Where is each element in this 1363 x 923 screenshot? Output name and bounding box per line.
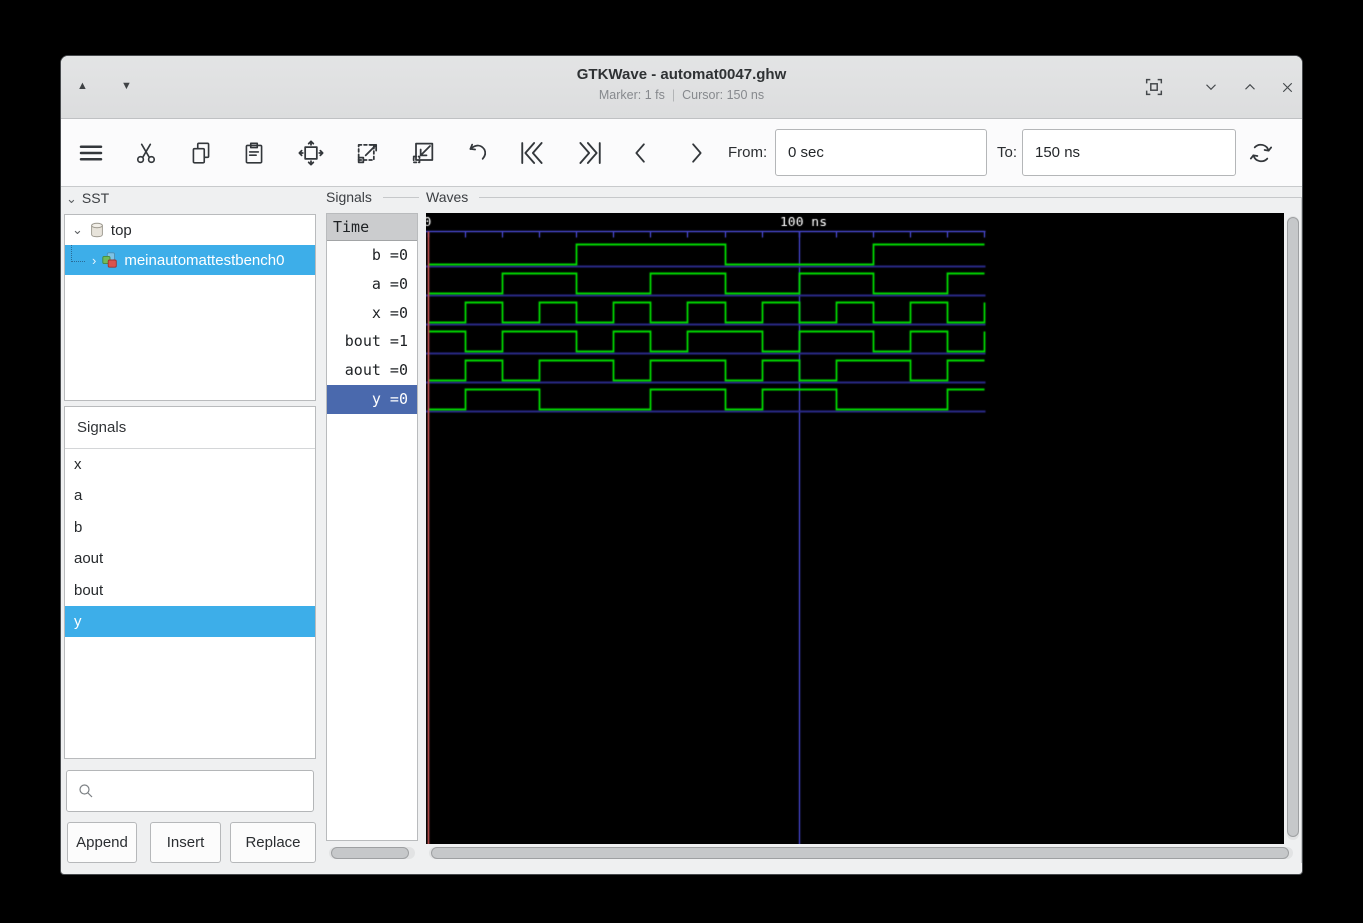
sst-tree: ⌄ top › meinautomattestbench0 bbox=[64, 214, 316, 401]
signals-list: xabaoutbouty bbox=[65, 449, 315, 637]
sst-expander[interactable]: ⌄SST bbox=[66, 190, 113, 207]
signal-list-item[interactable]: y bbox=[65, 606, 315, 637]
zoom-fit-icon bbox=[297, 139, 325, 167]
signals-frame-line bbox=[383, 197, 419, 198]
skip-to-start-icon bbox=[516, 138, 546, 168]
undo-button[interactable] bbox=[460, 135, 496, 171]
titlebar[interactable]: ▲ ▼ GTKWave - automat0047.ghw Marker: 1 … bbox=[61, 56, 1302, 119]
replace-button[interactable]: Replace bbox=[230, 822, 316, 863]
signal-list-item[interactable]: a bbox=[65, 480, 315, 511]
signals-list-header: Signals bbox=[65, 407, 315, 449]
tree-item-label: meinautomattestbench0 bbox=[124, 252, 284, 269]
tree-branch-line bbox=[71, 245, 85, 262]
paste-button[interactable] bbox=[236, 135, 272, 171]
chevron-right-icon: › bbox=[85, 253, 101, 268]
window-title: GTKWave - automat0047.ghw bbox=[61, 66, 1302, 83]
zoom-out-button[interactable] bbox=[405, 135, 441, 171]
hamburger-menu-icon bbox=[76, 138, 106, 168]
waves-hscrollbar-thumb[interactable] bbox=[431, 847, 1289, 859]
tree-item-label: top bbox=[111, 222, 132, 239]
search-icon bbox=[77, 782, 95, 800]
signal-value-row[interactable]: a =0 bbox=[327, 270, 417, 299]
signal-value-row[interactable]: bout =1 bbox=[327, 327, 417, 356]
waves-frame-label: Waves bbox=[426, 189, 472, 205]
signal-search[interactable] bbox=[66, 770, 314, 812]
gtkwave-window: ▲ ▼ GTKWave - automat0047.ghw Marker: 1 … bbox=[60, 55, 1303, 875]
close-icon bbox=[1279, 79, 1296, 96]
subtitle-separator: | bbox=[665, 88, 682, 102]
signal-value-rows: b =0a =0x =0bout =1aout =0y =0 bbox=[327, 241, 417, 414]
next-edge-button[interactable] bbox=[678, 135, 714, 171]
zoom-in-button[interactable] bbox=[350, 135, 386, 171]
signal-value-row[interactable]: x =0 bbox=[327, 299, 417, 328]
undo-arrow-icon bbox=[464, 139, 492, 167]
close-button[interactable] bbox=[1274, 74, 1300, 100]
from-label: From: bbox=[728, 144, 767, 161]
signal-list-item[interactable]: b bbox=[65, 512, 315, 543]
fullscreen-button[interactable] bbox=[1141, 74, 1167, 100]
zoom-in-icon bbox=[354, 139, 382, 167]
skip-to-end-icon bbox=[576, 138, 606, 168]
waves-frame-line bbox=[479, 197, 1301, 198]
copy-icon bbox=[188, 140, 214, 166]
waves-vscrollbar-thumb[interactable] bbox=[1287, 217, 1299, 837]
maximize-button[interactable] bbox=[1237, 74, 1263, 100]
copy-button[interactable] bbox=[183, 135, 219, 171]
zoom-out-icon bbox=[409, 139, 437, 167]
marker-status: Marker: 1 fs bbox=[599, 88, 665, 102]
signals-hscrollbar-track[interactable] bbox=[329, 847, 415, 859]
signal-value-row[interactable]: y =0 bbox=[327, 385, 417, 414]
waves-frame-right-line bbox=[1301, 197, 1302, 863]
chevron-left-icon bbox=[627, 139, 655, 167]
cut-button[interactable] bbox=[128, 135, 164, 171]
signal-list-item[interactable]: bout bbox=[65, 575, 315, 606]
chevron-down-icon bbox=[1202, 78, 1220, 96]
go-to-end-button[interactable] bbox=[573, 135, 609, 171]
go-to-start-button[interactable] bbox=[513, 135, 549, 171]
sst-signals-box: Signals xabaoutbouty bbox=[64, 406, 316, 759]
insert-button[interactable]: Insert bbox=[150, 822, 221, 863]
from-input[interactable] bbox=[775, 129, 987, 176]
clipboard-icon bbox=[241, 140, 267, 166]
tree-item-testbench[interactable]: › meinautomattestbench0 bbox=[65, 245, 315, 275]
signal-list-item[interactable]: x bbox=[65, 449, 315, 480]
window-subtitle: Marker: 1 fs|Cursor: 150 ns bbox=[61, 88, 1302, 102]
tree-item-top[interactable]: ⌄ top bbox=[65, 215, 315, 245]
chevron-up-icon bbox=[1241, 78, 1259, 96]
minimize-button[interactable] bbox=[1198, 74, 1224, 100]
waves-vscrollbar-track[interactable] bbox=[1287, 216, 1299, 840]
reload-icon bbox=[1247, 139, 1275, 167]
wave-canvas[interactable] bbox=[426, 213, 1284, 844]
waves-hscrollbar-track[interactable] bbox=[429, 847, 1293, 859]
signal-value-row[interactable]: b =0 bbox=[327, 241, 417, 270]
signal-list-item[interactable]: aout bbox=[65, 543, 315, 574]
menu-button[interactable] bbox=[73, 135, 109, 171]
signals-hscrollbar-thumb[interactable] bbox=[331, 847, 409, 859]
cursor-status: Cursor: 150 ns bbox=[682, 88, 764, 102]
signal-value-row[interactable]: aout =0 bbox=[327, 356, 417, 385]
sst-label: SST bbox=[82, 190, 109, 206]
scissors-icon bbox=[133, 140, 159, 166]
to-label: To: bbox=[997, 144, 1017, 161]
chevron-down-icon: ⌄ bbox=[65, 222, 88, 238]
signal-values-panel: Time b =0a =0x =0bout =1aout =0y =0 bbox=[326, 213, 418, 841]
module-icon bbox=[88, 221, 106, 239]
previous-edge-button[interactable] bbox=[623, 135, 659, 171]
reload-button[interactable] bbox=[1243, 135, 1279, 171]
zoom-fit-button[interactable] bbox=[293, 135, 329, 171]
design-unit-icon bbox=[101, 251, 119, 269]
fullscreen-icon bbox=[1143, 76, 1165, 98]
to-input[interactable] bbox=[1022, 129, 1236, 176]
chevron-down-icon: ⌄ bbox=[66, 191, 82, 206]
time-header[interactable]: Time bbox=[327, 214, 417, 241]
append-button[interactable]: Append bbox=[67, 822, 137, 863]
search-input[interactable] bbox=[101, 771, 301, 811]
signals-frame-label: Signals bbox=[326, 189, 376, 205]
toolbar: From: To: bbox=[61, 119, 1302, 187]
chevron-right-icon bbox=[682, 139, 710, 167]
